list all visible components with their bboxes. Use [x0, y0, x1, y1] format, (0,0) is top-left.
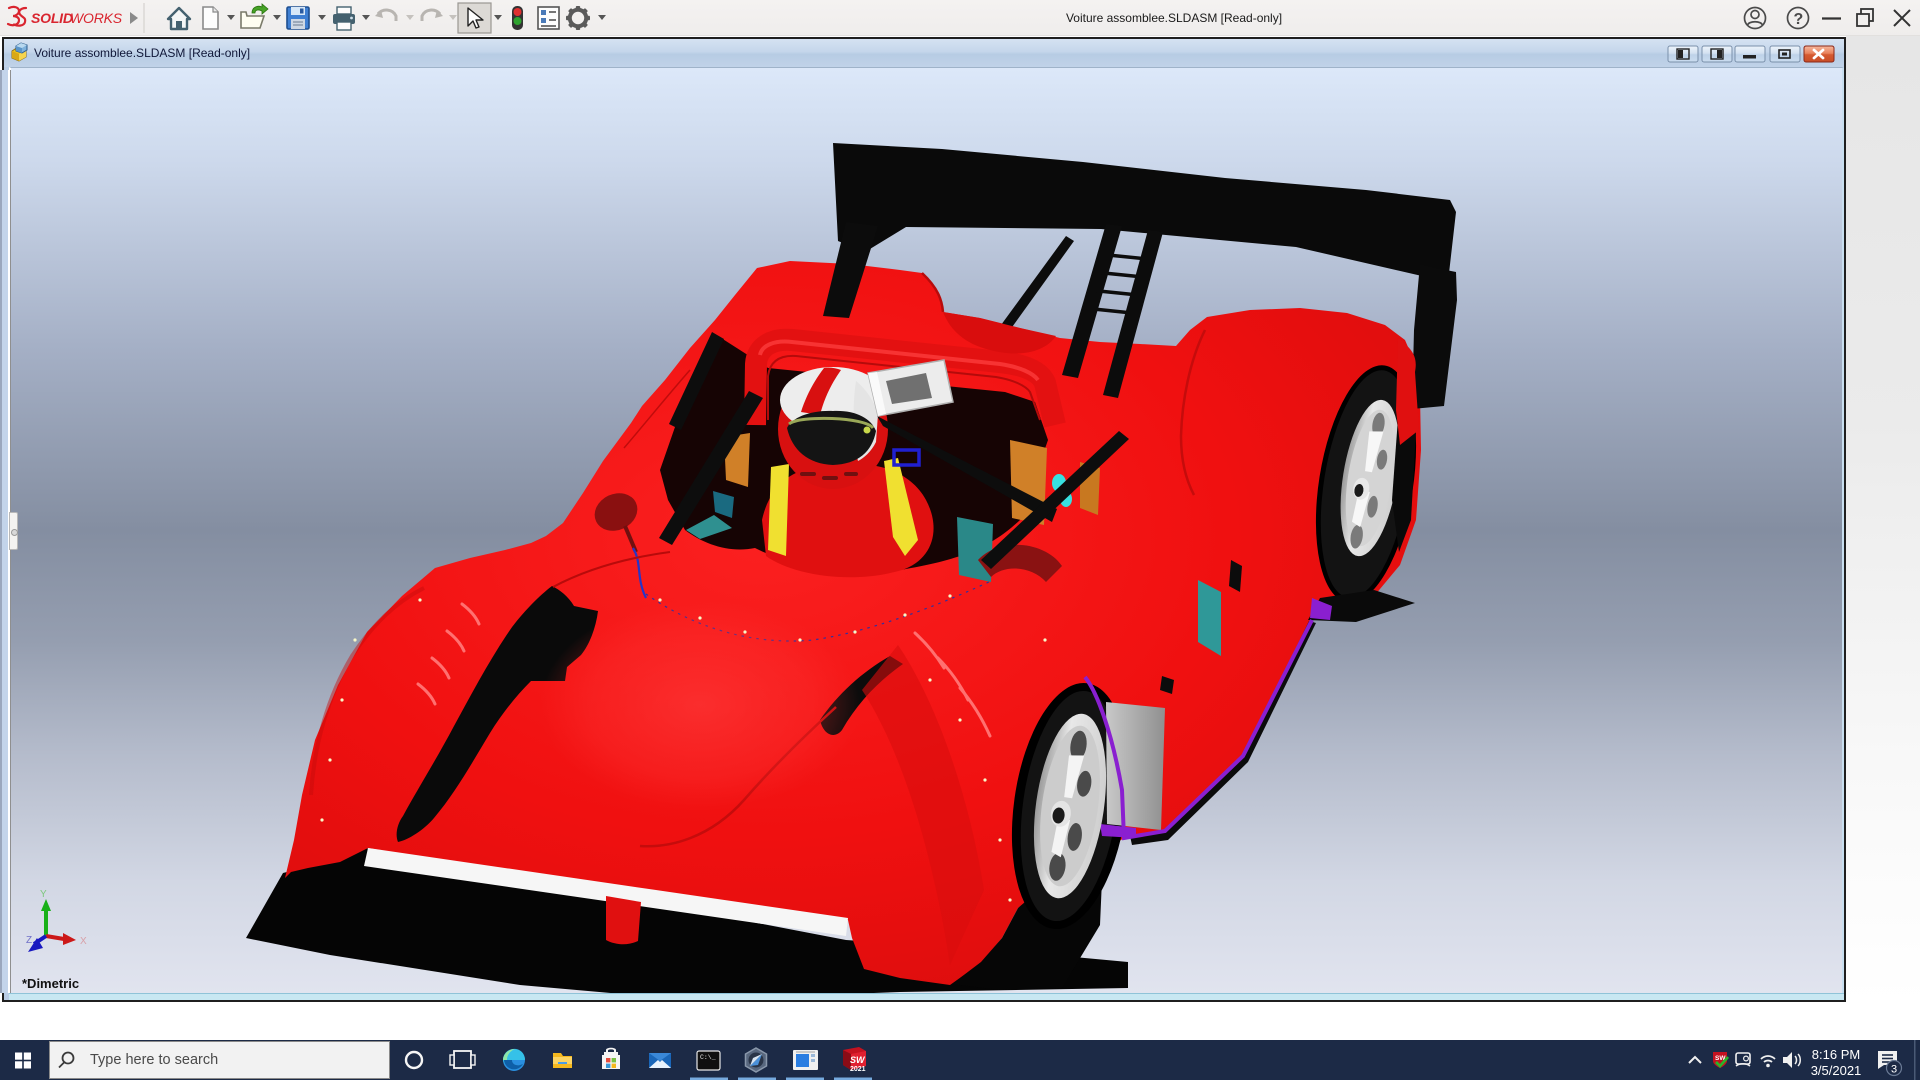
svg-text:SW: SW: [850, 1055, 866, 1065]
svg-text:3/5/2021: 3/5/2021: [1811, 1063, 1862, 1078]
svg-text:Z: Z: [26, 935, 32, 946]
svg-text:3: 3: [1891, 1064, 1897, 1076]
svg-text:2021: 2021: [850, 1066, 866, 1073]
svg-text:Y: Y: [40, 889, 47, 900]
svg-text:8:16 PM: 8:16 PM: [1812, 1047, 1860, 1062]
svg-text:C:\_: C:\_: [700, 1054, 716, 1061]
svg-text:X: X: [80, 936, 87, 947]
